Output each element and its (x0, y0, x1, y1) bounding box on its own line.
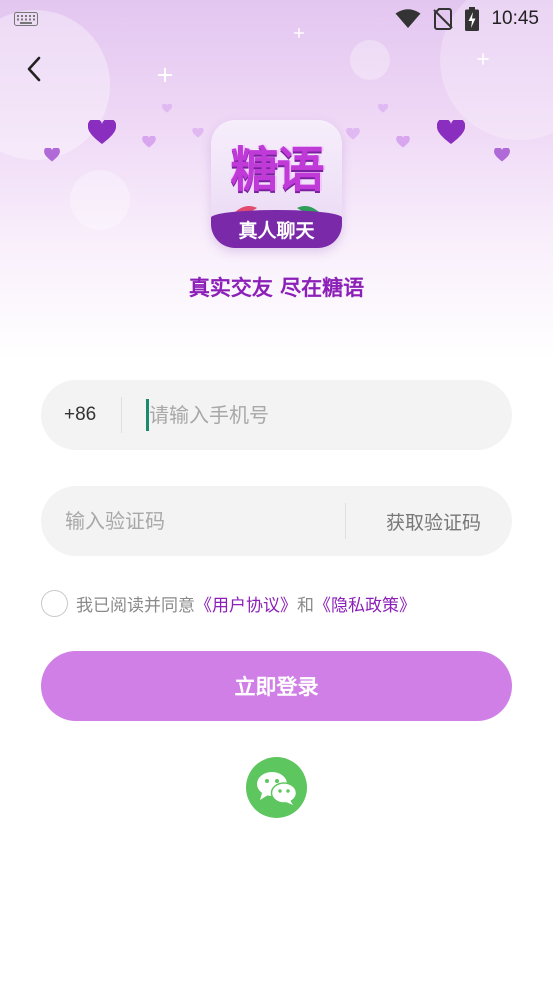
divider (345, 503, 346, 539)
status-bar: 10:45 (0, 0, 553, 38)
chevron-left-icon (27, 56, 41, 82)
heart-icon (437, 120, 465, 144)
heart-icon (88, 120, 116, 144)
bokeh-decoration (350, 40, 390, 80)
user-agreement-link[interactable]: 《用户协议》 (195, 591, 297, 616)
keyboard-icon (14, 12, 38, 26)
no-sim-icon (433, 8, 454, 30)
wifi-icon (395, 9, 421, 28)
country-code[interactable]: +86 (41, 404, 121, 426)
app-logo: 糖语 真人聊天 (211, 120, 342, 248)
divider (121, 397, 122, 433)
agreement-checkbox[interactable] (41, 590, 68, 617)
heart-icon (192, 128, 204, 138)
logo-title: 糖语 (230, 142, 324, 198)
logo-subtitle: 真人聊天 (238, 220, 315, 242)
battery-charging-icon (465, 7, 480, 31)
heart-icon (346, 128, 360, 140)
privacy-policy-link[interactable]: 《隐私政策》 (314, 591, 416, 616)
verification-code-input[interactable] (65, 501, 345, 541)
status-time: 10:45 (491, 8, 539, 29)
phone-input[interactable] (149, 395, 469, 435)
agreement-row: 我已阅读并同意 《用户协议》 和 《隐私政策》 (41, 590, 416, 617)
agreement-conjunction: 和 (297, 596, 314, 616)
slogan: 真实交友 尽在糖语 (188, 276, 365, 300)
heart-icon (162, 104, 172, 113)
wechat-login-button[interactable] (246, 757, 307, 818)
sparkle-icon (158, 68, 172, 82)
login-button[interactable]: 立即登录 (41, 651, 512, 721)
bokeh-decoration (70, 170, 130, 230)
phone-field: +86 (41, 380, 512, 450)
agreement-prefix: 我已阅读并同意 (76, 596, 195, 616)
verification-code-field: 获取验证码 (41, 486, 512, 556)
sparkle-icon (477, 53, 488, 64)
heart-icon (44, 148, 60, 162)
back-button[interactable] (18, 52, 50, 86)
wechat-icon (256, 771, 297, 805)
heart-icon (142, 136, 156, 148)
heart-icon (494, 148, 510, 162)
get-code-button[interactable]: 获取验证码 (355, 508, 512, 535)
heart-icon (378, 104, 388, 113)
heart-icon (396, 136, 410, 148)
